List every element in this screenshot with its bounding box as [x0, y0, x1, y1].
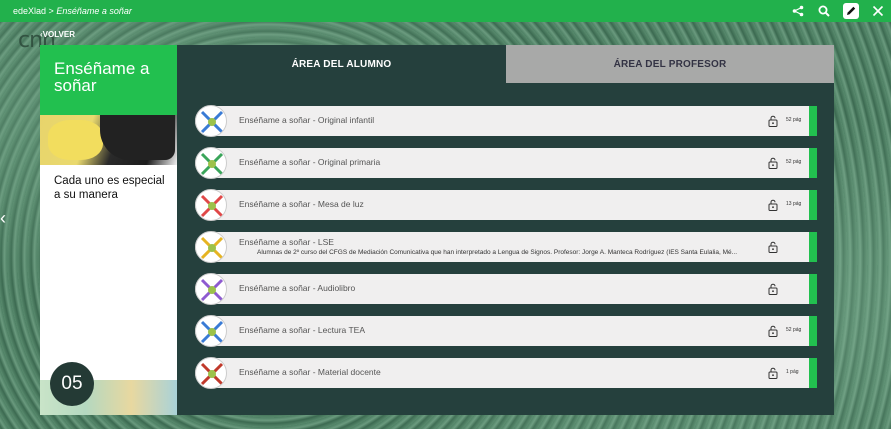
- resource-thumbnail: [195, 189, 227, 221]
- row-accent-stripe: [809, 274, 817, 304]
- lock-icon[interactable]: [768, 114, 778, 127]
- row-accent-stripe: [809, 148, 817, 178]
- lock-icon[interactable]: [768, 324, 778, 337]
- tab-profesor[interactable]: ÁREA DEL PROFESOR: [506, 45, 834, 83]
- resource-pages: 52 pág: [786, 159, 802, 165]
- row-accent-stripe: [809, 106, 817, 136]
- resource-row[interactable]: Enséñame a soñar - Lectura TEA 52 pág: [195, 315, 817, 347]
- close-icon[interactable]: [871, 4, 885, 18]
- row-accent-stripe: [809, 190, 817, 220]
- resource-thumbnail: [195, 357, 227, 389]
- breadcrumb: edeXlad > Enséñame a soñar: [13, 6, 132, 16]
- area-tabs: ÁREA DEL ALUMNO ÁREA DEL PROFESOR: [177, 45, 834, 83]
- lock-icon[interactable]: [768, 240, 778, 253]
- prev-arrow-icon[interactable]: ‹: [0, 208, 6, 229]
- row-accent-stripe: [809, 232, 817, 262]
- lock-icon[interactable]: [768, 366, 778, 379]
- row-accent-stripe: [809, 358, 817, 388]
- resource-title: Enséñame a soñar - Original infantil: [239, 115, 375, 125]
- back-button[interactable]: ‹VOLVER: [40, 30, 75, 39]
- top-bar: edeXlad > Enséñame a soñar: [0, 0, 891, 22]
- lock-icon[interactable]: [768, 198, 778, 211]
- card-subtitle: Cada uno es especial a su manera: [54, 175, 165, 201]
- row-accent-stripe: [809, 316, 817, 346]
- resource-thumbnail: [195, 231, 227, 263]
- share-icon[interactable]: [791, 4, 805, 18]
- card-cover-image: [40, 115, 177, 165]
- resource-row[interactable]: Enséñame a soñar - Original primaria 52 p…: [195, 147, 817, 179]
- resource-title: Enséñame a soñar - Lectura TEA: [239, 325, 365, 335]
- breadcrumb-separator: >: [48, 6, 54, 16]
- resource-thumbnail: [195, 105, 227, 137]
- resource-row[interactable]: Enséñame a soñar - Mesa de luz 13 pág: [195, 189, 817, 221]
- resource-row[interactable]: Enséñame a soñar - Material docente 1 pág: [195, 357, 817, 389]
- resource-row[interactable]: Enséñame a soñar - Audiolibro: [195, 273, 817, 305]
- book-card: Enséñame a soñar Cada uno es especial a …: [40, 45, 177, 415]
- lock-icon[interactable]: [768, 282, 778, 295]
- resource-title: Enséñame a soñar - Mesa de luz: [239, 199, 364, 209]
- lock-icon[interactable]: [768, 156, 778, 169]
- resource-pages: 1 pág: [786, 369, 799, 375]
- pencil-icon[interactable]: [843, 3, 859, 19]
- back-label: VOLVER: [42, 30, 75, 39]
- breadcrumb-current: Enséñame a soñar: [56, 6, 132, 16]
- resource-pages: 52 pág: [786, 327, 802, 333]
- resource-title: Enséñame a soñar - Original primaria: [239, 157, 381, 167]
- resource-pages: 13 pág: [786, 201, 802, 207]
- resource-title: Enséñame a soñar - Material docente: [239, 367, 381, 377]
- card-title: Enséñame a soñar: [40, 45, 177, 115]
- unit-number-badge: 05: [50, 362, 94, 406]
- resource-pages: 52 pág: [786, 117, 802, 123]
- resource-description: Alumnas de 2º curso del CFGS de Mediació…: [257, 249, 738, 256]
- resource-thumbnail: [195, 273, 227, 305]
- resource-thumbnail: [195, 315, 227, 347]
- resources-panel: ÁREA DEL ALUMNO ÁREA DEL PROFESOR Enséña…: [177, 45, 834, 415]
- resource-title: Enséñame a soñar - LSE: [239, 237, 334, 247]
- resource-row[interactable]: Enséñame a soñar - LSE Alumnas de 2º curs…: [195, 231, 817, 263]
- search-icon[interactable]: [817, 4, 831, 18]
- resource-row[interactable]: Enséñame a soñar - Original infantil 52 p…: [195, 105, 817, 137]
- breadcrumb-root[interactable]: edeXlad: [13, 6, 46, 16]
- resource-title: Enséñame a soñar - Audiolibro: [239, 283, 356, 293]
- tab-alumno[interactable]: ÁREA DEL ALUMNO: [177, 45, 506, 83]
- resource-thumbnail: [195, 147, 227, 179]
